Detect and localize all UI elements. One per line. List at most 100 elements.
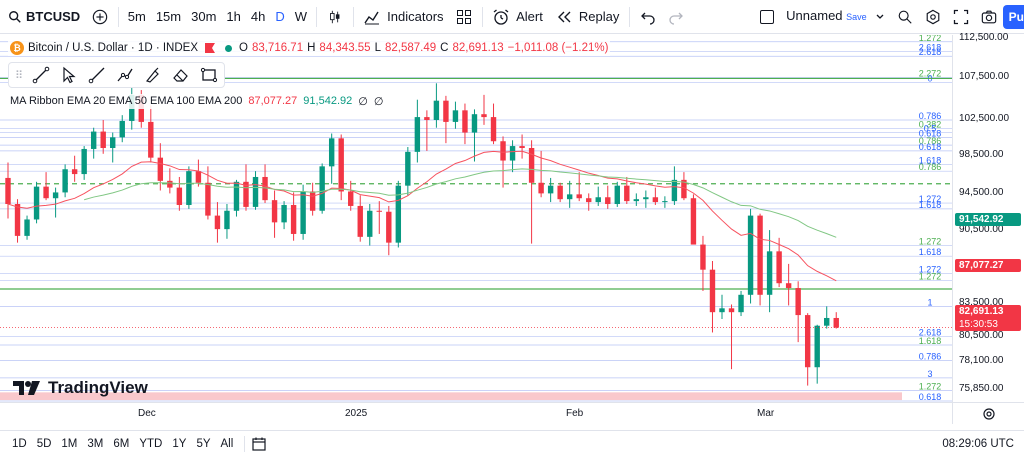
toolbar-separator: [316, 6, 317, 27]
timeframe-w[interactable]: W: [290, 0, 312, 34]
timeframe-5m[interactable]: 5m: [123, 0, 151, 34]
candle-body: [424, 117, 430, 120]
publish-button[interactable]: Pu: [1002, 4, 1024, 29]
candle-body: [386, 211, 392, 243]
tradingview-logo[interactable]: TradingView: [12, 378, 148, 398]
range-5d[interactable]: 5D: [32, 438, 57, 450]
candle-body: [586, 198, 592, 203]
candle-body: [605, 197, 611, 205]
layouts-button[interactable]: [450, 0, 478, 34]
utc-clock[interactable]: 08:29:06 UTC: [942, 438, 1014, 450]
quick-search-button[interactable]: [891, 0, 919, 34]
indicators-button[interactable]: Indicators: [357, 0, 449, 34]
fullscreen-icon: [953, 9, 968, 24]
candle-body: [338, 138, 344, 192]
calendar-range-icon[interactable]: [251, 436, 267, 452]
legend-close: 82,691.13: [452, 42, 504, 54]
chart-pane[interactable]: 1.2722.6182.6182.27200.7860.3820.50.6180…: [0, 35, 952, 402]
candle-body: [90, 131, 97, 149]
candle-body: [443, 100, 449, 122]
range-1m[interactable]: 1M: [56, 438, 82, 450]
redo-icon: [669, 12, 683, 25]
path-icon[interactable]: [116, 66, 134, 84]
candle-body: [224, 210, 230, 230]
candle-body: [785, 283, 792, 289]
snapshot-button[interactable]: [975, 0, 1003, 34]
tradingview-logo-text: TradingView: [48, 378, 148, 397]
range-5y[interactable]: 5Y: [191, 438, 215, 450]
rectangle-icon[interactable]: [200, 66, 218, 84]
candle-body: [357, 205, 363, 237]
candle-body: [662, 201, 668, 203]
candle-body: [766, 251, 773, 295]
fib-level-label: 0.618: [919, 392, 942, 402]
candle-body: [62, 169, 68, 193]
candle-body: [652, 197, 659, 203]
range-all[interactable]: All: [216, 438, 239, 450]
fullscreen-button[interactable]: [947, 0, 975, 34]
candle-body: [81, 148, 87, 175]
undo-button[interactable]: [634, 0, 662, 34]
camera-icon: [981, 10, 996, 23]
ma-ribbon-legend[interactable]: MA Ribbon EMA 20 EMA 50 EMA 100 EMA 200 …: [8, 94, 386, 109]
time-axis[interactable]: Dec 2025 Feb Mar: [0, 402, 952, 424]
current-price-tag: 82,691.13: [955, 305, 1021, 318]
timeframe-15m[interactable]: 15m: [151, 0, 186, 34]
time-tick: Mar: [757, 408, 775, 419]
symbol-search[interactable]: BTCUSD: [0, 0, 86, 34]
candle-body: [690, 198, 697, 245]
trend-line-icon[interactable]: [32, 66, 50, 84]
bottom-toolbar: 1D 5D 1M 3M 6M YTD 1Y 5Y All 08:29:06 UT…: [0, 430, 1024, 457]
candle-body: [110, 137, 116, 148]
layout-name-block: Unnamed Save: [782, 9, 867, 23]
drag-handle-icon[interactable]: ⠿: [15, 69, 23, 82]
plus-circle-icon: [92, 9, 108, 24]
legend-close-label: C: [440, 42, 449, 54]
candle-body: [671, 179, 678, 202]
range-1d[interactable]: 1D: [0, 438, 32, 450]
candle-body: [71, 169, 78, 175]
scale-settings-button[interactable]: [952, 402, 1024, 424]
redo-button[interactable]: [662, 0, 690, 34]
replay-icon: [557, 11, 571, 22]
candle-body: [824, 317, 830, 326]
candle-body: [747, 215, 754, 295]
price-tick: 94,500.00: [959, 187, 1004, 198]
layout-menu[interactable]: Unnamed Save: [754, 0, 891, 34]
candle-body: [100, 131, 106, 148]
candle-body: [814, 325, 820, 368]
candle-body: [557, 185, 563, 200]
compare-symbol-button[interactable]: [86, 0, 114, 34]
timeframe-30m[interactable]: 30m: [186, 0, 221, 34]
eraser-icon[interactable]: [172, 66, 190, 84]
timeframe-d[interactable]: D: [270, 0, 289, 34]
price-chart[interactable]: 1.2722.6182.6182.27200.7860.3820.50.6180…: [0, 35, 952, 402]
candle-body: [43, 186, 49, 199]
chart-type-button[interactable]: [321, 0, 349, 34]
candle-body: [614, 185, 620, 205]
settings-button[interactable]: [919, 0, 947, 34]
price-tick: 75,850.00: [959, 383, 1004, 394]
candle-body: [471, 114, 478, 133]
range-3m[interactable]: 3M: [82, 438, 108, 450]
candle-body: [205, 182, 211, 216]
price-axis[interactable]: 112,500.00 107,500.00 102,500.00 98,500.…: [952, 32, 1024, 402]
timeframe-1h[interactable]: 1h: [221, 0, 245, 34]
replay-button[interactable]: Replay: [549, 0, 625, 34]
candle-body: [271, 200, 278, 223]
gear-icon: [926, 9, 940, 24]
candle-body: [538, 182, 544, 194]
drawing-toolbar: ⠿: [8, 62, 226, 88]
range-ytd[interactable]: YTD: [134, 438, 167, 450]
candle-body: [119, 120, 125, 138]
range-6m[interactable]: 6M: [108, 438, 134, 450]
range-1y[interactable]: 1Y: [167, 438, 191, 450]
alert-button[interactable]: Alert: [486, 0, 549, 34]
candles-icon: [329, 10, 340, 23]
cursor-arrow-icon[interactable]: [60, 66, 78, 84]
candle-body: [509, 146, 516, 161]
timeframe-4h[interactable]: 4h: [246, 0, 270, 34]
brush-icon[interactable]: [144, 66, 162, 84]
ray-icon[interactable]: [88, 66, 106, 84]
candle-body: [52, 192, 59, 199]
